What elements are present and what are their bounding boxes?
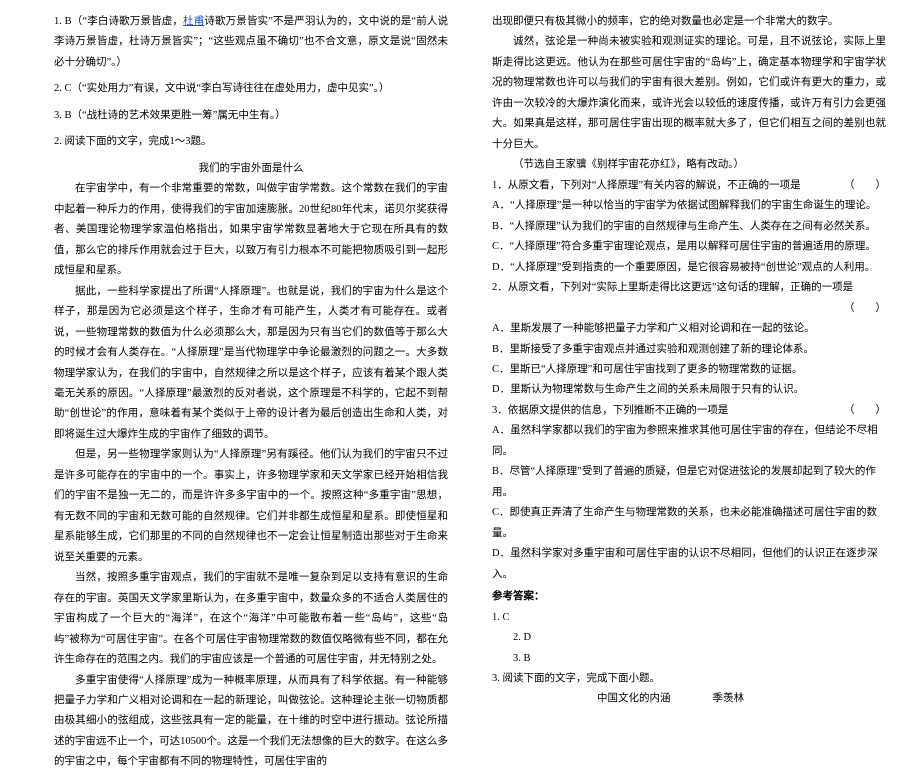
passage-para-5: 多重宇宙使得“人择原理”成为一种概率原理，从而具有了科学依据。有一种能够把量子力… (54, 671, 448, 773)
passage-continuation-2: 诚然，弦论是一种尚未被实验和观测证实的理论。可是，且不说弦论，实际上里斯走得比这… (492, 32, 886, 155)
question-2-stem: 2．从原文看，下列对“实际上里斯走得比这更远”这句话的理解，正确的一项是 (492, 278, 886, 298)
passage-continuation-1: 出现即便只有极其微小的频率，它的绝对数量也必定是一个非常大的数字。 (492, 12, 886, 32)
next-passage-title-line: 中国文化的内涵 季羡林 (492, 689, 886, 709)
answer-item-1: 1. B（“李白诗歌万景皆虚，杜甫诗歌万景皆实”不是严羽认为的，文中说的是“前人… (54, 12, 448, 73)
answer-3: 3. B (492, 649, 886, 669)
passage-para-3: 但是，另一些物理学家则认为“人择原理”另有蹊径。他们认为我们的宇宙只不过是许多可… (54, 445, 448, 568)
answer-2: 2. D (492, 628, 886, 648)
q1-option-c: C．“人择原理”符合多重宇宙理论观点，是用以解释可居住宇宙的普遍适用的原理。 (492, 237, 886, 257)
answer-item-2: 2. C（“实处用力”有误，文中说“李白写诗往往在虚处用力，虚中见实”。） (54, 79, 448, 99)
passage-para-2: 据此，一些科学家提出了所谓“人择原理”。也就是说，我们的宇宙为什么是这个样子，那… (54, 282, 448, 446)
question-3-stem: 3．依据原文提供的信息，下列推断不正确的一项是 （ ） (492, 401, 886, 421)
next-author: 季羡林 (713, 693, 745, 704)
q3-bracket: （ ） (844, 401, 886, 421)
q3-text: 3．依据原文提供的信息，下列推断不正确的一项是 (492, 405, 728, 416)
q2-option-d: D．里斯认为物理常数与生命产生之间的关系未局限于只有的认识。 (492, 380, 886, 400)
q2-bracket: （ ） (492, 299, 886, 319)
q1-option-d: D．“人择原理”受到指责的一个重要原因，是它很容易被持“创世论”观点的人利用。 (492, 258, 886, 278)
q2-option-b: B．里斯接受了多重宇宙观点并通过实验和观测创建了新的理论体系。 (492, 340, 886, 360)
q1-bracket: （ ） (844, 176, 886, 196)
q1-text: 1．从原文看，下列对“人择原理”有关内容的解说，不正确的一项是 (492, 180, 801, 191)
q3-option-b: B．尽管“人择原理”受到了普遍的质疑，但是它对促进弦论的发展却起到了较大的作用。 (492, 462, 886, 503)
right-column: 出现即便只有极其微小的频率，它的绝对数量也必定是一个非常大的数字。 诚然，弦论是… (470, 12, 892, 639)
q3-option-c: C．即使真正弄清了生命产生与物理常数的关系，也未必能准确描述可居住宇宙的数量。 (492, 503, 886, 544)
answer-key-label: 参考答案： (492, 587, 886, 607)
passage-source: （节选自王家骥《别样宇宙花亦红》，略有改动。） (492, 155, 886, 175)
q3-option-d: D．虽然科学家对多重宇宙和可居住宇宙的认识不尽相同，但他们的认识正在逐步深入。 (492, 544, 886, 585)
q2-option-c: C．里斯已“人择原理”和可居住宇宙找到了更多的物理常数的证据。 (492, 360, 886, 380)
q1-option-a: A．“人择原理”是一种以恰当的宇宙学为依据试图解释我们的宇宙生命诞生的理论。 (492, 196, 886, 216)
question-1-stem: 1．从原文看，下列对“人择原理”有关内容的解说，不正确的一项是 （ ） (492, 176, 886, 196)
answer-key: 参考答案： 1. C 2. D 3. B (492, 587, 886, 669)
answer-item-3: 3. B（“战杜诗的艺术效果更胜一筹”属无中生有。） (54, 106, 448, 126)
q1-option-b: B．“人择原理”认为我们的宇宙的自然规律与生命产生、人类存在之间有必然关系。 (492, 217, 886, 237)
link-dufu[interactable]: 杜甫 (183, 16, 204, 27)
passage-title: 我们的宇宙外面是什么 (54, 159, 448, 179)
passage-para-4: 当然，按照多重宇宙观点，我们的宇宙就不是唯一复杂到足以支持有意识的生命存在的宇宙… (54, 568, 448, 670)
text-frag: 1. B（“李白诗歌万景皆虚， (54, 16, 183, 27)
passage-para-1: 在宇宙学中，有一个非常重要的常数，叫做宇宙学常数。这个常数在我们的宇宙中起着一种… (54, 179, 448, 281)
left-column: 1. B（“李白诗歌万景皆虚，杜甫诗歌万景皆实”不是严羽认为的，文中说的是“前人… (48, 12, 470, 639)
q2-option-a: A．里斯发展了一种能够把量子力学和广义相对论调和在一起的弦论。 (492, 319, 886, 339)
answer-1: 1. C (492, 608, 886, 628)
reading-prompt: 2. 阅读下面的文字，完成1～3题。 (54, 132, 448, 152)
next-question-prompt: 3. 阅读下面的文字，完成下面小题。 (492, 669, 886, 689)
next-title: 中国文化的内涵 (597, 693, 671, 704)
q3-option-a: A．虽然科学家都以我们的宇宙为参照来推求其他可居住宇宙的存在，但结论不尽相同。 (492, 421, 886, 462)
